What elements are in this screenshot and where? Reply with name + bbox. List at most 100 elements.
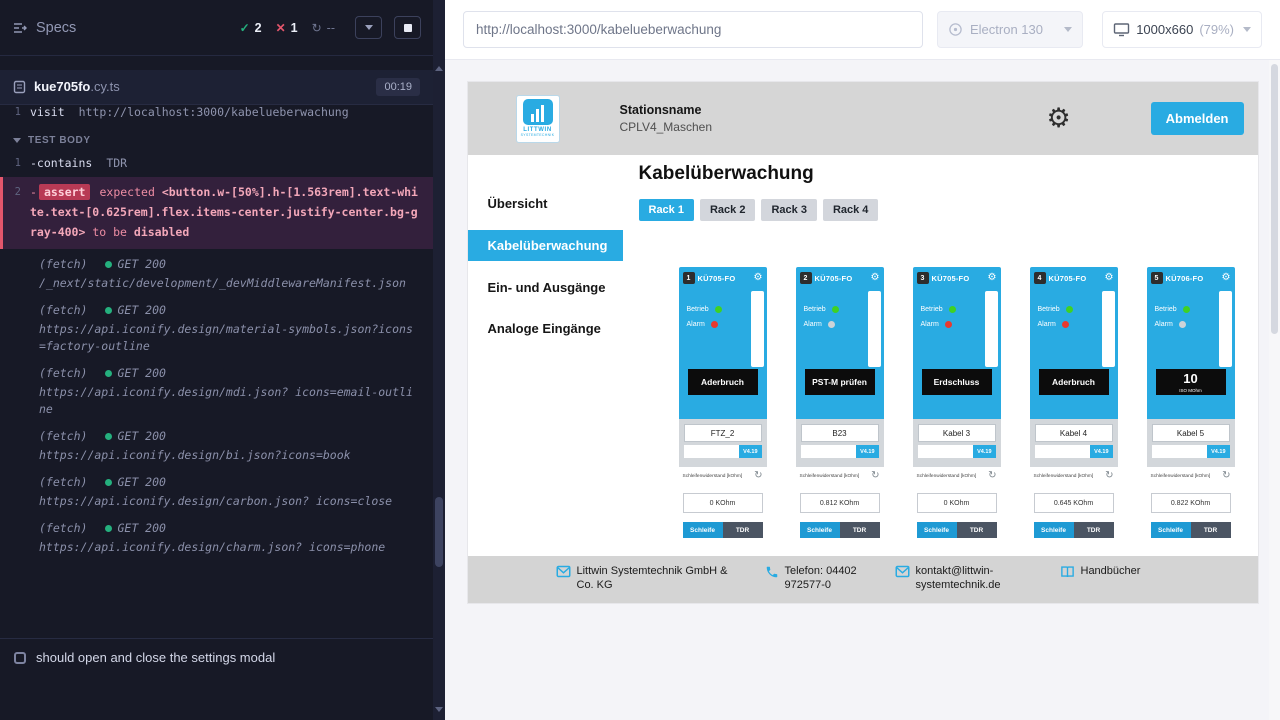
measurement-section: Schleifenwiderstand [kOhm]↻ 0.822 KOhm S…: [1147, 467, 1235, 556]
card-gear-icon[interactable]: ⚙: [988, 273, 997, 283]
alarm-label: Alarm: [804, 321, 822, 328]
assert-message: -assertexpected <button.w-[50%].h-[1.563…: [30, 182, 423, 242]
mail-icon: [556, 565, 571, 578]
nav-item-analoge-eingaenge[interactable]: Analoge Eingänge: [468, 308, 623, 349]
fetch-url: https://api.iconify.design/material-symb…: [39, 321, 419, 355]
fetch-url: https://api.iconify.design/bi.json?icons…: [39, 447, 419, 464]
status-ok-dot: [105, 307, 112, 314]
test-body-section-header[interactable]: TEST BODY: [0, 123, 433, 152]
specs-label[interactable]: Specs: [36, 20, 76, 36]
schleife-button[interactable]: Schleife: [800, 522, 840, 538]
test-stats: ✓2 ✕1 ↻--: [240, 21, 335, 35]
cable-name-field[interactable]: B23: [801, 424, 879, 442]
tdr-button[interactable]: TDR: [840, 522, 880, 538]
card-gear-icon[interactable]: ⚙: [1222, 273, 1231, 283]
assert-expected-word: expected: [99, 185, 154, 199]
scrollbar-thumb[interactable]: [1271, 64, 1278, 334]
stat-failed: ✕1: [276, 21, 298, 35]
spec-timer: 00:19: [376, 78, 420, 96]
fetch-tag: (fetch): [39, 474, 87, 491]
refresh-icon[interactable]: ↻: [1105, 471, 1113, 481]
tdr-button[interactable]: TDR: [957, 522, 997, 538]
refresh-icon[interactable]: ↻: [754, 471, 762, 481]
visit-command-row[interactable]: 1 visit http://localhost:3000/kabelueber…: [0, 101, 433, 123]
cable-name-area: FTZ_2 V4.19: [679, 419, 767, 467]
footer-email[interactable]: kontakt@littwin-systemtechnik.de: [895, 564, 1034, 593]
status-ok-dot: [105, 479, 112, 486]
fetch-url: https://api.iconify.design/charm.json? i…: [39, 539, 419, 556]
schleife-button[interactable]: Schleife: [1151, 522, 1191, 538]
nav-item-ein-und-ausgaenge[interactable]: Ein- und Ausgänge: [468, 267, 623, 308]
device-card-5: 5KÜ706-FO⚙ Betrieb Alarm 10ISO MOhm Kabe…: [1147, 267, 1235, 556]
spec-file-row[interactable]: kue705fo.cy.ts 00:19: [0, 70, 433, 105]
status-ok-dot: [105, 433, 112, 440]
cable-name-field[interactable]: FTZ_2: [684, 424, 762, 442]
refresh-icon[interactable]: ↻: [1222, 471, 1230, 481]
page-scrollbar[interactable]: [1269, 60, 1280, 720]
pending-count: --: [327, 21, 335, 35]
measurement-section: Schleifenwiderstand [kOhm]↻ 0 KOhm Schle…: [679, 467, 767, 556]
test-body-label: TEST BODY: [28, 135, 91, 146]
nav-item-kabelueberwachung[interactable]: Kabelüberwachung: [468, 230, 623, 261]
device-card-3: 3KÜ705-FO⚙ Betrieb Alarm Erdschluss Kabe…: [913, 267, 1001, 556]
status-box: 10ISO MOhm: [1156, 369, 1226, 395]
card-gear-icon[interactable]: ⚙: [1105, 273, 1114, 283]
viewport-select[interactable]: 1000x660 (79%): [1102, 11, 1262, 48]
tdr-button[interactable]: TDR: [723, 522, 763, 538]
level-indicator: [868, 291, 881, 367]
firmware-version: V4.19: [1207, 445, 1229, 458]
fetch-url: https://api.iconify.design/carbon.json? …: [39, 493, 419, 510]
cable-name-field[interactable]: Kabel 5: [1152, 424, 1230, 442]
firmware-version: V4.19: [739, 445, 761, 458]
cable-name-field[interactable]: Kabel 3: [918, 424, 996, 442]
nav-item-uebersicht[interactable]: Übersicht: [468, 183, 623, 224]
tdr-button[interactable]: TDR: [1074, 522, 1114, 538]
betrieb-label: Betrieb: [1038, 306, 1060, 313]
cable-name-field[interactable]: Kabel 4: [1035, 424, 1113, 442]
scroll-down-icon[interactable]: [435, 707, 443, 712]
browser-select[interactable]: Electron 130: [937, 11, 1083, 48]
schleife-button[interactable]: Schleife: [683, 522, 723, 538]
tab-rack-1[interactable]: Rack 1: [639, 199, 694, 221]
firmware-version: V4.19: [1090, 445, 1112, 458]
tab-rack-2[interactable]: Rack 2: [700, 199, 755, 221]
phone-icon: [765, 565, 779, 579]
station-info: Stationsname CPLV4_Maschen: [620, 103, 713, 134]
logout-button[interactable]: Abmelden: [1151, 102, 1244, 135]
resistance-label: Schleifenwiderstand [kOhm]: [800, 474, 860, 479]
contains-command-row[interactable]: 1 -contains TDR: [0, 152, 433, 174]
status-text: Aderbruch: [1052, 377, 1095, 387]
schleife-button[interactable]: Schleife: [917, 522, 957, 538]
tab-rack-4[interactable]: Rack 4: [823, 199, 878, 221]
card-model: KÜ706-FO: [1166, 274, 1204, 283]
status-text: 10: [1183, 371, 1197, 387]
card-number-badge: 4: [1034, 272, 1046, 284]
footer-manuals[interactable]: Handbücher: [1060, 564, 1141, 579]
chevron-down-icon: [1243, 27, 1251, 32]
schleife-button[interactable]: Schleife: [1034, 522, 1074, 538]
refresh-icon[interactable]: ↻: [871, 471, 879, 481]
next-test-row[interactable]: should open and close the settings modal: [0, 638, 433, 676]
fetch-status: GET 200: [117, 474, 165, 491]
tdr-button[interactable]: TDR: [1191, 522, 1231, 538]
scroll-up-icon[interactable]: [435, 66, 443, 71]
tab-rack-3[interactable]: Rack 3: [761, 199, 816, 221]
url-input[interactable]: http://localhost:3000/kabelueberwachung: [463, 11, 923, 48]
stop-run-button[interactable]: [394, 16, 421, 39]
betrieb-status-dot: [1066, 306, 1073, 313]
runner-scrollbar[interactable]: [433, 0, 445, 720]
cypress-runner-panel: Specs ✓2 ✕1 ↻-- kue705fo.cy.ts 00:19 1 v…: [0, 0, 433, 720]
betrieb-status-dot: [715, 306, 722, 313]
card-gear-icon[interactable]: ⚙: [871, 273, 880, 283]
refresh-icon[interactable]: ↻: [988, 471, 996, 481]
logo-mark-icon: [523, 99, 553, 125]
failed-assert-row[interactable]: 2 -assertexpected <button.w-[50%].h-[1.5…: [0, 177, 433, 249]
specs-list-icon[interactable]: [12, 20, 28, 36]
settings-gear-icon[interactable]: ⚙: [1046, 105, 1070, 132]
collapse-panel-button[interactable]: [355, 16, 382, 39]
station-value: CPLV4_Maschen: [620, 120, 713, 134]
fetch-status: GET 200: [117, 428, 165, 445]
firmware-version: V4.19: [856, 445, 878, 458]
card-gear-icon[interactable]: ⚙: [754, 273, 763, 283]
scrollbar-thumb[interactable]: [435, 497, 443, 567]
